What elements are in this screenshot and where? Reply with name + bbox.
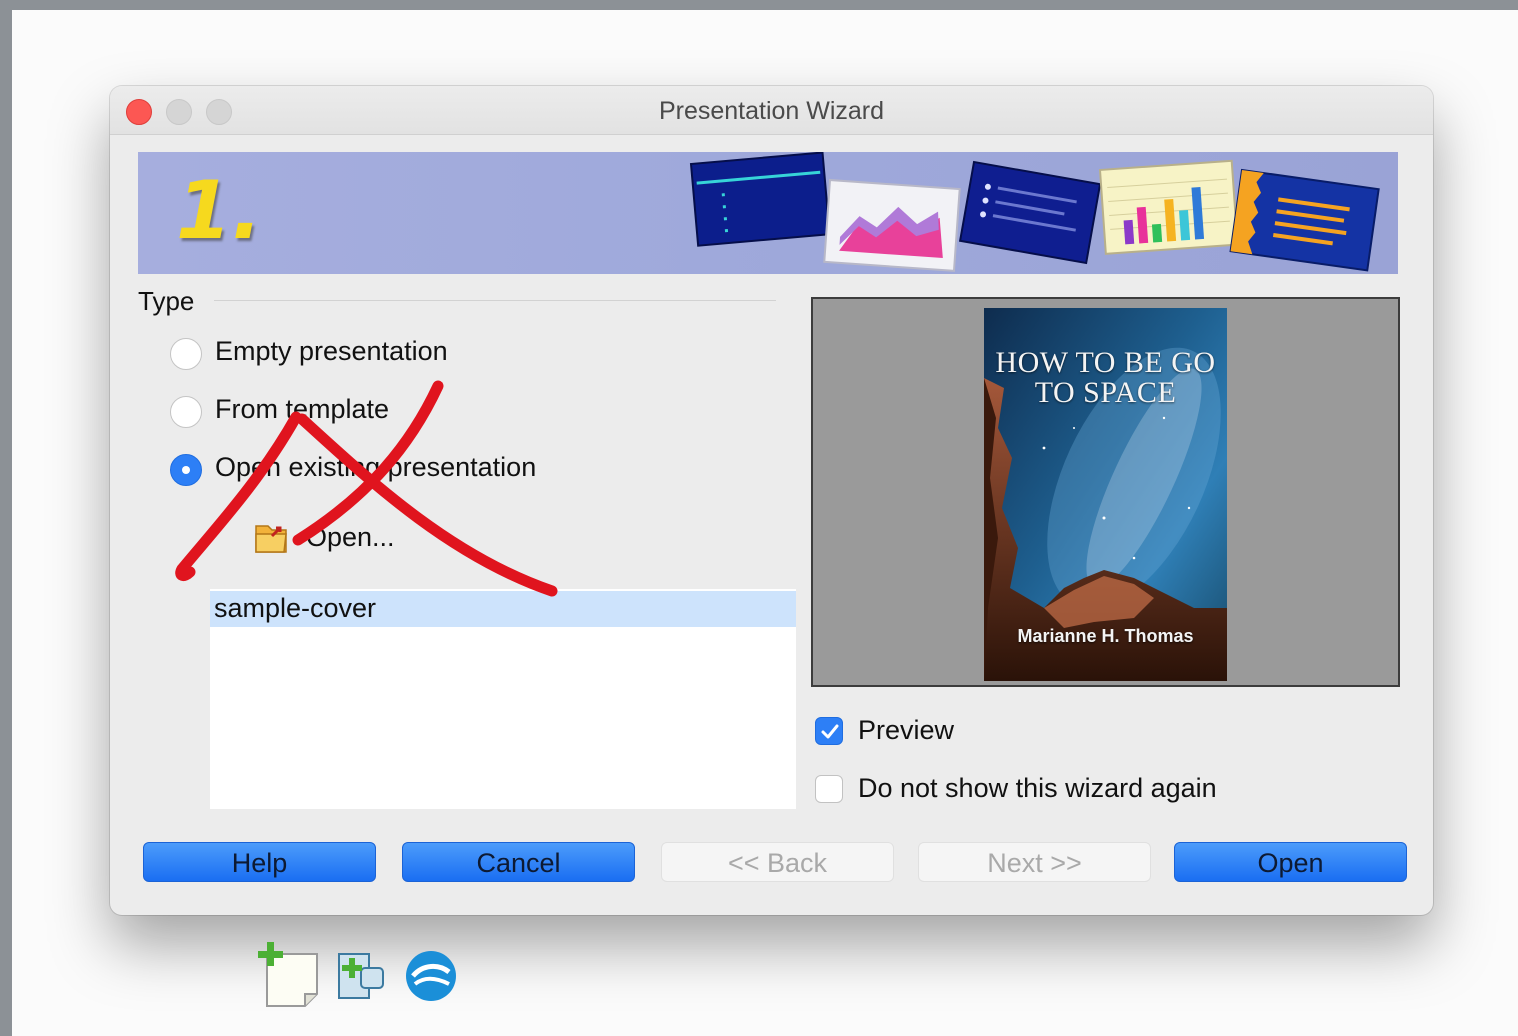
wizard-banner: 1. <box>138 152 1398 274</box>
presentation-preview-thumbnail: HOW TO BE GO TO SPACE Marianne H. Thomas <box>984 308 1227 681</box>
app-logo-icon <box>406 951 456 1001</box>
radio-button-selected[interactable] <box>170 454 202 486</box>
list-item-selected[interactable]: sample-cover <box>210 591 796 627</box>
extension-manager-icon <box>338 953 384 999</box>
radio-button[interactable] <box>170 338 202 370</box>
do-not-show-again-label: Do not show this wizard again <box>858 773 1217 803</box>
open-button[interactable]: Open <box>1174 842 1407 882</box>
preview-label: Preview <box>858 715 955 745</box>
file-name: sample-cover <box>214 593 377 623</box>
new-document-icon <box>258 942 318 1007</box>
cover-title-line-1: HOW TO BE GO <box>995 346 1216 379</box>
preview-checkbox[interactable] <box>815 717 843 745</box>
preview-panel: HOW TO BE GO TO SPACE Marianne H. Thomas <box>811 297 1400 687</box>
radio-button[interactable] <box>170 396 202 428</box>
background-left-bar <box>0 0 12 1036</box>
folder-open-icon <box>255 525 287 553</box>
back-button[interactable]: << Back <box>661 842 894 882</box>
radio-label: Empty presentation <box>215 336 448 366</box>
help-button[interactable]: Help <box>143 842 376 882</box>
recent-files-list[interactable]: sample-cover <box>210 589 796 809</box>
toolbar-icon-strip <box>258 942 456 1007</box>
presentation-wizard-dialog: Presentation Wizard 1. Type Empty presen… <box>110 86 1433 915</box>
background-top-bar <box>0 0 1518 10</box>
next-button[interactable]: Next >> <box>918 842 1151 882</box>
cover-author: Marianne H. Thomas <box>1017 626 1194 646</box>
cancel-button[interactable]: Cancel <box>402 842 635 882</box>
type-group-divider <box>214 300 776 301</box>
type-group-label: Type <box>138 286 195 316</box>
radio-label: From template <box>215 394 390 424</box>
slide-thumbnails-illustration <box>689 152 1380 272</box>
step-number: 1. <box>176 164 263 257</box>
window-title: Presentation Wizard <box>658 97 885 125</box>
toolbar-icons <box>255 940 465 1015</box>
checkmark-icon <box>821 724 839 739</box>
open-file-label: Open... <box>306 522 395 552</box>
cover-title-line-2: TO SPACE <box>1034 376 1177 409</box>
radio-label: Open existing presentation <box>215 452 537 482</box>
do-not-show-again-checkbox[interactable] <box>815 775 843 803</box>
title-bar[interactable]: Presentation Wizard <box>110 86 1433 135</box>
